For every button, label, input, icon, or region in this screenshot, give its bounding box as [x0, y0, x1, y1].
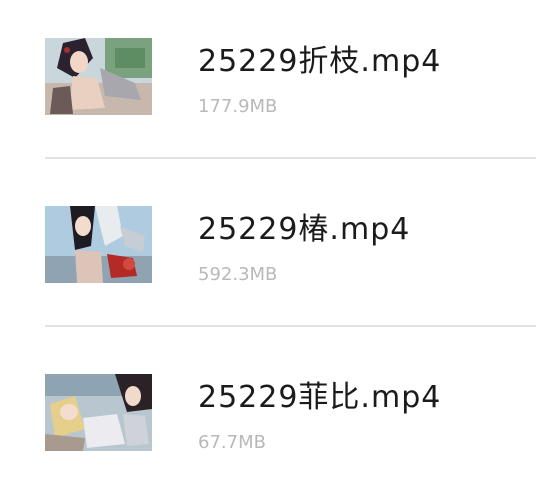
file-name: 25229椿.mp4 [198, 212, 411, 247]
file-name: 25229菲比.mp4 [198, 380, 442, 415]
video-thumbnail [45, 38, 152, 115]
file-size: 67.7MB [198, 432, 266, 453]
file-list: 25229折枝.mp4 177.9MB 25229椿.mp4 592.3MB 2… [0, 0, 536, 492]
video-thumbnail [45, 206, 152, 283]
file-item[interactable]: 25229菲比.mp4 67.7MB [0, 348, 536, 498]
divider [45, 325, 536, 327]
file-name: 25229折枝.mp4 [198, 44, 442, 79]
file-size: 592.3MB [198, 264, 278, 285]
file-size: 177.9MB [198, 96, 278, 117]
file-item[interactable]: 25229折枝.mp4 177.9MB [0, 12, 536, 162]
video-thumbnail [45, 374, 152, 451]
divider [45, 157, 536, 159]
file-item[interactable]: 25229椿.mp4 592.3MB [0, 180, 536, 330]
